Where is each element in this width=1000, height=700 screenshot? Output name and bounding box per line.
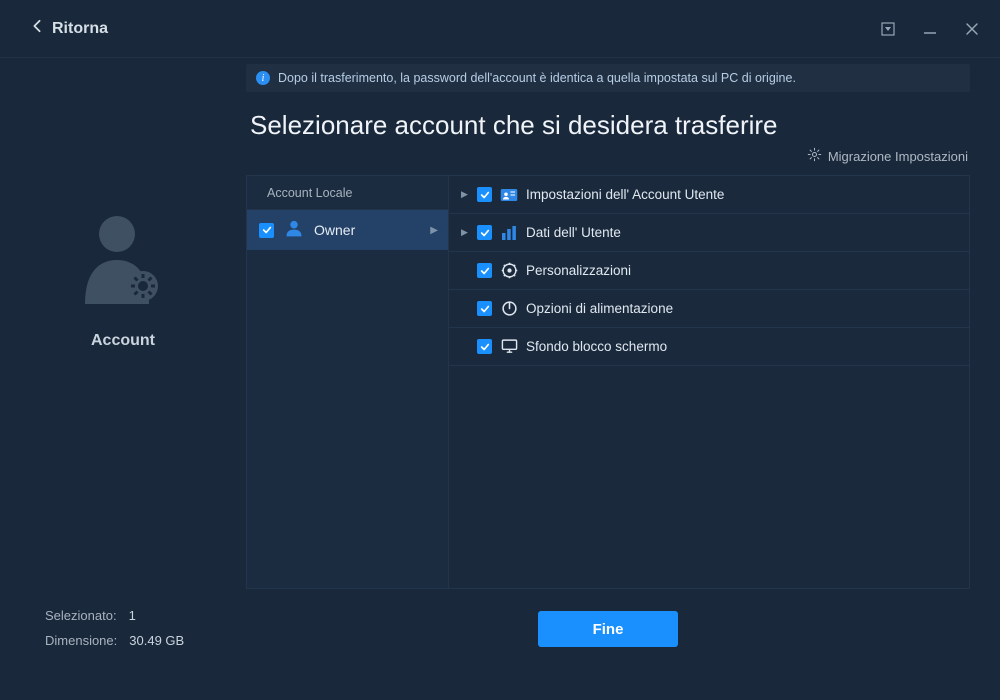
page-title: Selezionare account che si desidera tras… [250, 110, 970, 141]
gear-icon [807, 147, 822, 165]
chevron-right-icon: ▶ [430, 225, 438, 236]
dropdown-window-icon[interactable] [880, 21, 896, 37]
back-arrow-icon [30, 19, 44, 38]
setting-row-user-account[interactable]: ▶ Impostazioni dell' Account Utente [449, 176, 969, 214]
gear-icon [500, 262, 518, 280]
back-label: Ritorna [52, 20, 108, 38]
info-banner-text: Dopo il trasferimento, la password dell'… [278, 71, 796, 85]
accounts-column: Account Locale Owner ▶ [247, 176, 449, 588]
content: i Dopo il trasferimento, la password del… [246, 58, 1000, 700]
stats-selected-label: Selezionato: [45, 608, 117, 623]
setting-row-power[interactable]: ▶ Opzioni di alimentazione [449, 290, 969, 328]
account-name: Owner [314, 222, 420, 238]
settings-column: ▶ Impostazioni dell' Account Utente ▶ Da… [449, 176, 969, 588]
sidebar-stats: Selezionato: 1 Dimensione: 30.49 GB [0, 608, 246, 700]
migration-settings-link[interactable]: Migrazione Impostazioni [246, 147, 970, 175]
setting-label: Dati dell' Utente [526, 225, 621, 240]
setting-checkbox[interactable] [477, 339, 492, 354]
titlebar: Ritorna [0, 0, 1000, 58]
stats-size-label: Dimensione: [45, 633, 117, 648]
monitor-icon [500, 338, 518, 356]
migration-settings-label: Migrazione Impostazioni [828, 149, 968, 164]
accounts-header: Account Locale [247, 176, 448, 210]
minimize-icon[interactable] [922, 21, 938, 37]
id-card-icon [500, 186, 518, 204]
window-controls [880, 21, 980, 37]
sidebar: Account Selezionato: 1 Dimensione: 30.49… [0, 58, 246, 700]
setting-label: Opzioni di alimentazione [526, 301, 673, 316]
panels: Account Locale Owner ▶ ▶ [246, 175, 970, 589]
setting-label: Personalizzazioni [526, 263, 631, 278]
person-icon [284, 218, 304, 243]
account-row-owner[interactable]: Owner ▶ [247, 210, 448, 250]
stats-selected-value: 1 [129, 608, 136, 623]
avatar [81, 208, 165, 304]
chevron-right-icon[interactable]: ▶ [461, 189, 469, 200]
stats-size-value: 30.49 GB [129, 633, 184, 648]
setting-label: Sfondo blocco schermo [526, 339, 667, 354]
chevron-right-icon[interactable]: ▶ [461, 227, 469, 238]
setting-checkbox[interactable] [477, 301, 492, 316]
info-icon: i [256, 71, 270, 85]
back-button[interactable]: Ritorna [30, 19, 108, 38]
power-icon [500, 300, 518, 318]
close-icon[interactable] [964, 21, 980, 37]
setting-row-lockscreen[interactable]: ▶ Sfondo blocco schermo [449, 328, 969, 366]
bars-icon [500, 224, 518, 242]
finish-button[interactable]: Fine [538, 611, 678, 647]
finish-bar: Fine [246, 589, 970, 647]
setting-label: Impostazioni dell' Account Utente [526, 187, 724, 202]
setting-row-user-data[interactable]: ▶ Dati dell' Utente [449, 214, 969, 252]
info-banner: i Dopo il trasferimento, la password del… [246, 64, 970, 92]
sidebar-section-label: Account [91, 332, 155, 350]
setting-checkbox[interactable] [477, 263, 492, 278]
setting-checkbox[interactable] [477, 187, 492, 202]
setting-row-personalization[interactable]: ▶ Personalizzazioni [449, 252, 969, 290]
account-checkbox[interactable] [259, 223, 274, 238]
setting-checkbox[interactable] [477, 225, 492, 240]
